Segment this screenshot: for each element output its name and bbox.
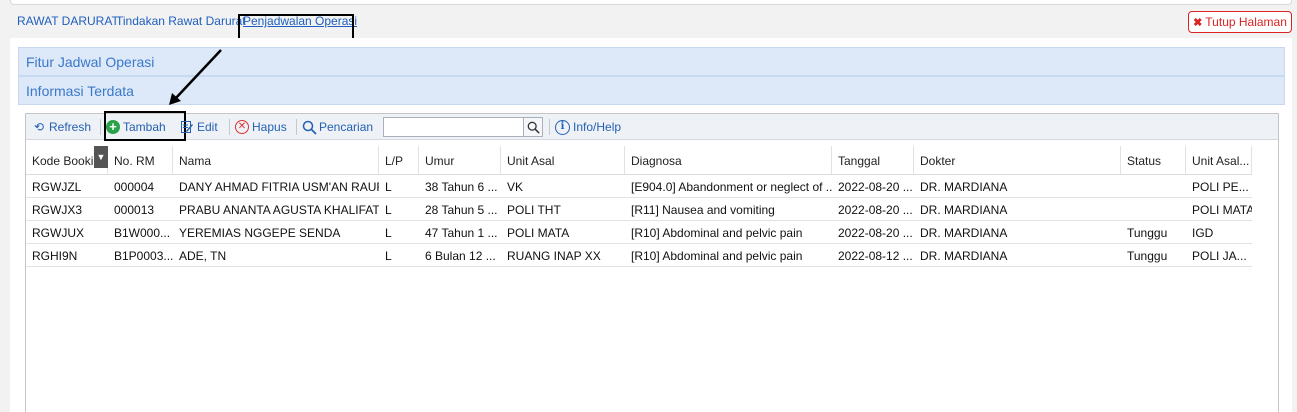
tab-tindakan-rawat-darurat[interactable]: Tindakan Rawat Darurat	[116, 14, 246, 28]
toolbar-divider	[549, 119, 550, 135]
table-row[interactable]: RGHI9N B1P0003... ADE, TN L 6 Bulan 12 ... RU…	[26, 244, 1252, 267]
table-cell: [R10] Abdominal and pelvic pain	[631, 226, 803, 240]
table-cell: RGWJUX	[32, 226, 84, 240]
search-button[interactable]: Pencarian	[302, 119, 373, 135]
table-body: RGWJZL 000004 DANY AHMAD FITRIA USM'AN RAU…	[26, 175, 1252, 267]
column-header-diagnosa[interactable]: Diagnosa	[625, 146, 832, 175]
table-cell: [R11] Nausea and vomiting	[631, 203, 775, 217]
table-cell: ADE, TN	[179, 249, 227, 263]
edit-label: Edit	[197, 120, 218, 134]
column-header-dokter[interactable]: Dokter	[914, 146, 1121, 175]
table-cell: L	[385, 249, 392, 263]
info-icon: i	[555, 119, 570, 135]
table-cell: RGWJZL	[32, 180, 82, 194]
table-cell: 2022-08-20 ...	[838, 203, 913, 217]
caret-down-icon: ▼	[96, 152, 106, 162]
search-icon	[527, 121, 540, 134]
column-header-no-rm[interactable]: No. RM	[108, 146, 173, 175]
table-cell: POLI MATA	[507, 226, 570, 240]
table-cell: DR. MARDIANA	[920, 203, 1008, 217]
refresh-button[interactable]: ⟲ Refresh	[32, 119, 91, 135]
search-input[interactable]	[383, 117, 543, 137]
column-header-nama[interactable]: Nama	[173, 146, 379, 175]
top-frame-strip	[10, 0, 1292, 5]
table-cell: POLI JA...	[1192, 249, 1247, 263]
tab-rawat-darurat[interactable]: RAWAT DARURAT	[17, 14, 119, 28]
search-label: Pencarian	[319, 120, 374, 134]
table-cell: DANY AHMAD FITRIA USM'AN RAUF,...	[179, 180, 379, 194]
highlight-box-tab	[238, 14, 354, 41]
table-row[interactable]: RGWJX3 000013 PRABU ANANTA AGUSTA KHALIFAT…	[26, 198, 1252, 221]
delete-button[interactable]: ✕ Hapus	[235, 119, 287, 135]
table-cell: 2022-08-12 ...	[838, 249, 913, 263]
table-cell	[1121, 198, 1186, 221]
table-cell: [R10] Abdominal and pelvic pain	[631, 249, 803, 263]
table-cell: 000013	[114, 203, 155, 217]
breadcrumb-tabs: RAWAT DARURAT Tindakan Rawat Darurat Pen…	[0, 6, 1297, 41]
table-cell: B1W000...	[114, 226, 171, 240]
table-cell: YEREMIAS NGGEPE SENDA	[179, 226, 341, 240]
info-help-button[interactable]: i Info/Help	[555, 119, 621, 135]
table-cell: 38 Tahun 6 ...	[425, 180, 498, 194]
table-cell: RGWJX3	[32, 203, 83, 217]
column-header-unit-asal[interactable]: Unit Asal	[501, 146, 625, 175]
table-cell: L	[385, 226, 392, 240]
table-cell: L	[385, 180, 392, 194]
table-cell: 000004	[114, 180, 155, 194]
magnifier-icon	[302, 120, 317, 135]
column-header-unit-asal-2[interactable]: Unit Asal...	[1186, 146, 1252, 175]
grid-toolbar: ⟲ Refresh + Tambah Edit ✕ Hapus Pencaria…	[26, 111, 1278, 141]
table-cell: DR. MARDIANA	[920, 180, 1008, 194]
table-cell: POLI PE...	[1192, 180, 1249, 194]
table-cell: DR. MARDIANA	[920, 226, 1008, 240]
close-page-label: Tutup Halaman	[1205, 15, 1287, 29]
main-content: Fitur Jadwal Operasi Informasi Terdata ⟲…	[10, 38, 1292, 412]
table-cell: 2022-08-20 ...	[838, 226, 913, 240]
table-row[interactable]: RGWJUX B1W000... YEREMIAS NGGEPE SENDA L 47 …	[26, 221, 1252, 244]
table-cell: 6 Bulan 12 ...	[425, 249, 496, 263]
table-cell: POLI THT	[507, 203, 561, 217]
column-header-umur[interactable]: Umur	[419, 146, 501, 175]
toolbar-divider	[296, 119, 297, 135]
close-page-button[interactable]: ✖ Tutup Halaman	[1188, 11, 1292, 33]
table-cell	[1121, 175, 1186, 198]
table-header: Kode Booking No. RM Nama L/P Umur Unit A…	[26, 146, 1252, 175]
table-cell: [E904.0] Abandonment or neglect of ...	[631, 180, 832, 194]
refresh-icon: ⟲	[33, 120, 45, 134]
edit-button[interactable]: Edit	[180, 119, 218, 135]
table-cell: 2022-08-20 ...	[838, 180, 913, 194]
table-cell: PRABU ANANTA AGUSTA KHALIFAT...	[179, 203, 379, 217]
table-cell: DR. MARDIANA	[920, 249, 1008, 263]
column-header-status[interactable]: Status	[1121, 146, 1186, 175]
table-cell: 47 Tahun 1 ...	[425, 226, 498, 240]
table-cell: VK	[507, 180, 524, 194]
panel-info-title: Informasi Terdata	[18, 76, 1285, 105]
delete-label: Hapus	[252, 120, 287, 134]
table-cell: L	[385, 203, 392, 217]
panel-feature-title: Fitur Jadwal Operasi	[18, 47, 1285, 76]
table-row[interactable]: RGWJZL 000004 DANY AHMAD FITRIA USM'AN RAU…	[26, 175, 1252, 198]
edit-document-icon	[180, 120, 194, 134]
table-cell: Tunggu	[1127, 226, 1168, 240]
toolbar-divider	[229, 119, 230, 135]
column-header-tanggal[interactable]: Tanggal	[832, 146, 914, 175]
refresh-label: Refresh	[49, 120, 92, 134]
info-help-label: Info/Help	[573, 120, 622, 134]
search-submit-button[interactable]	[523, 117, 543, 137]
highlight-box-add	[104, 111, 186, 141]
table-cell: RGHI9N	[32, 249, 78, 263]
table-cell: 28 Tahun 5 ...	[425, 203, 498, 217]
table-cell: POLI MATA	[1192, 203, 1252, 217]
column-header-lp[interactable]: L/P	[379, 146, 419, 175]
delete-circle-icon: ✕	[235, 120, 249, 134]
column-menu-dropdown[interactable]: ▼	[94, 146, 108, 168]
close-icon: ✖	[1193, 16, 1203, 29]
table-cell: Tunggu	[1127, 249, 1168, 263]
table-cell: RUANG INAP XX	[507, 249, 601, 263]
table-cell: IGD	[1192, 226, 1214, 240]
data-grid: ⟲ Refresh + Tambah Edit ✕ Hapus Pencaria…	[25, 111, 1279, 412]
table-cell: B1P0003...	[114, 249, 173, 263]
toolbar-divider	[100, 119, 101, 135]
